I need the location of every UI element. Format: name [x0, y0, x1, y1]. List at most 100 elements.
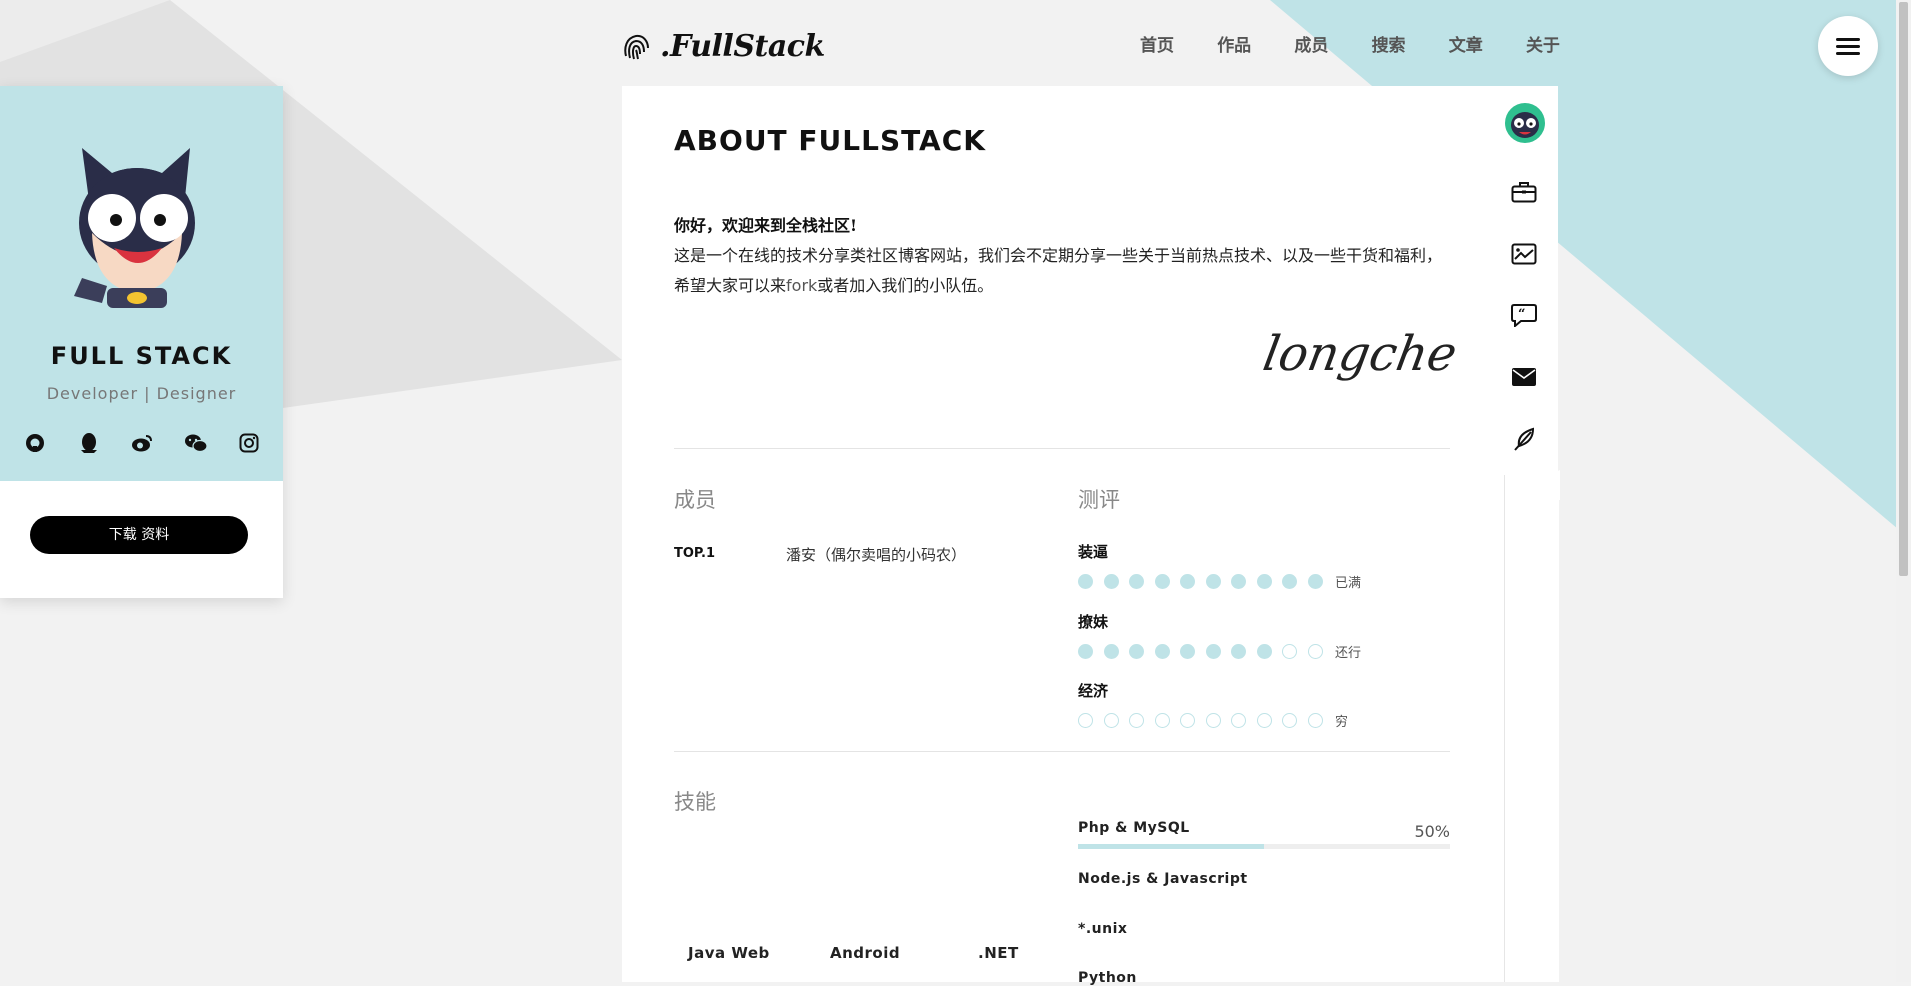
rating-dot	[1256, 713, 1272, 728]
scrollbar-thumb[interactable]	[1899, 2, 1908, 576]
nav-search[interactable]: 搜索	[1372, 30, 1406, 62]
platform-java-web: Java Web	[688, 944, 770, 962]
fingerprint-icon	[624, 34, 649, 60]
member-rank: TOP.1	[674, 546, 716, 561]
nav-about[interactable]: 关于	[1526, 30, 1560, 62]
intro-text-end: 或者加入我们的小队伍。	[817, 276, 994, 295]
quote-icon[interactable]: “	[1510, 301, 1538, 329]
rating-dot	[1282, 644, 1297, 659]
rating-dot	[1307, 713, 1323, 728]
skill-item: *.unix	[1078, 921, 1450, 937]
rating-dot	[1256, 644, 1272, 659]
rating-label: 撩妹	[1078, 613, 1109, 631]
feather-icon[interactable]	[1510, 425, 1538, 453]
intro-paragraph: 这是一个在线的技术分享类社区博客网站，我们会不定期分享一些关于当前热点技术、以及…	[674, 241, 1454, 301]
rating-dot	[1307, 574, 1323, 589]
greeting-text: 你好，欢迎来到全栈社区!	[674, 216, 858, 235]
rating-dot	[1205, 574, 1221, 589]
rating-label: 装逼	[1078, 543, 1109, 561]
hamburger-icon	[1836, 36, 1860, 57]
skill-progress-bar	[1078, 844, 1450, 849]
profile-card: FULL STACK Developer | Designer 下载 资料	[0, 86, 283, 598]
about-card: ABOUT FULLSTACK 你好，欢迎来到全栈社区! 这是一个在线的技术分享…	[622, 86, 1558, 986]
member-avatar-icon[interactable]	[1504, 102, 1546, 144]
rating-note: 还行	[1335, 646, 1362, 661]
rating-item: 经济 穷	[1078, 680, 1348, 730]
site-logo[interactable]: .FullStack	[620, 28, 825, 64]
nav-articles[interactable]: 文章	[1449, 30, 1483, 62]
rating-dot	[1180, 574, 1195, 589]
rail-fold	[1504, 475, 1559, 982]
rating-dot	[1078, 644, 1093, 659]
skill-name: Php & MySQL	[1078, 820, 1190, 836]
main-nav: 首页 作品 成员 搜索 文章 关于	[1140, 30, 1560, 62]
rating-dot	[1129, 644, 1144, 659]
skill-name: Python	[1078, 970, 1137, 986]
batman-avatar	[74, 148, 195, 308]
download-button[interactable]: 下载 资料	[30, 516, 248, 554]
nav-works[interactable]: 作品	[1217, 30, 1251, 62]
rating-dot	[1231, 713, 1246, 728]
rating-dot	[1231, 574, 1246, 589]
rating-dot	[1180, 644, 1195, 659]
profile-footer: 下载 资料	[0, 481, 283, 598]
rating-dot	[1129, 574, 1144, 589]
rating-dot	[1129, 713, 1144, 728]
social-links	[22, 430, 262, 456]
skill-name: *.unix	[1078, 921, 1128, 937]
rating-dots: 已满	[1078, 572, 1361, 591]
rating-dot	[1103, 574, 1119, 589]
rating-dot	[1282, 713, 1297, 728]
page-title: ABOUT FULLSTACK	[674, 124, 986, 157]
github-icon[interactable]	[22, 430, 48, 456]
skill-item: Php & MySQL 50%	[1078, 820, 1450, 849]
rating-dot	[1180, 713, 1195, 728]
svg-text:“: “	[1518, 307, 1525, 322]
rating-dot	[1205, 713, 1221, 728]
skill-progress-fill	[1078, 844, 1264, 849]
rating-note: 穷	[1335, 715, 1349, 730]
rating-dot	[1103, 713, 1119, 728]
members-heading: 成员	[674, 488, 716, 512]
rating-dot	[1282, 574, 1297, 589]
nav-home[interactable]: 首页	[1140, 30, 1174, 62]
hamburger-menu-button[interactable]	[1818, 16, 1878, 76]
skill-percent: 50%	[1414, 822, 1450, 841]
logo-text: .FullStack	[660, 28, 825, 64]
briefcase-icon[interactable]	[1510, 178, 1538, 206]
profile-role: Developer | Designer	[46, 384, 237, 403]
scrollbar[interactable]	[1896, 0, 1911, 982]
rating-dot	[1256, 574, 1272, 589]
rating-dot	[1231, 644, 1246, 659]
weibo-icon[interactable]	[129, 430, 155, 456]
rating-item: 装逼 已满	[1078, 541, 1361, 591]
skill-item: Node.js & Javascript	[1078, 871, 1450, 887]
profile-header: FULL STACK Developer | Designer	[0, 86, 283, 481]
rating-item: 撩妹 还行	[1078, 611, 1361, 661]
platform-android: Android	[830, 944, 901, 962]
rating-dot	[1154, 713, 1170, 728]
rating-note: 已满	[1335, 576, 1362, 591]
divider	[674, 751, 1450, 752]
rating-dot	[1078, 574, 1093, 589]
skill-name: Node.js & Javascript	[1078, 871, 1248, 887]
fork-link[interactable]: fork	[786, 276, 817, 295]
skills-heading: 技能	[674, 790, 716, 814]
nav-members[interactable]: 成员	[1294, 30, 1328, 62]
rating-dots: 还行	[1078, 642, 1361, 661]
platform-dotnet: .NET	[978, 944, 1019, 962]
rating-dot	[1307, 644, 1323, 659]
rating-dots: 穷	[1078, 711, 1348, 730]
image-icon[interactable]	[1510, 240, 1538, 268]
signature: longche	[1259, 326, 1462, 382]
wechat-icon[interactable]	[183, 430, 209, 456]
rating-dot	[1154, 644, 1170, 659]
rating-dot	[1154, 574, 1170, 589]
profile-name: FULL STACK	[50, 342, 233, 370]
ratings-heading: 测评	[1078, 488, 1120, 512]
qq-icon[interactable]	[76, 430, 102, 456]
instagram-icon[interactable]	[236, 430, 262, 456]
rating-dot	[1205, 644, 1221, 659]
mail-icon[interactable]	[1510, 363, 1538, 391]
rating-dot	[1078, 713, 1093, 728]
